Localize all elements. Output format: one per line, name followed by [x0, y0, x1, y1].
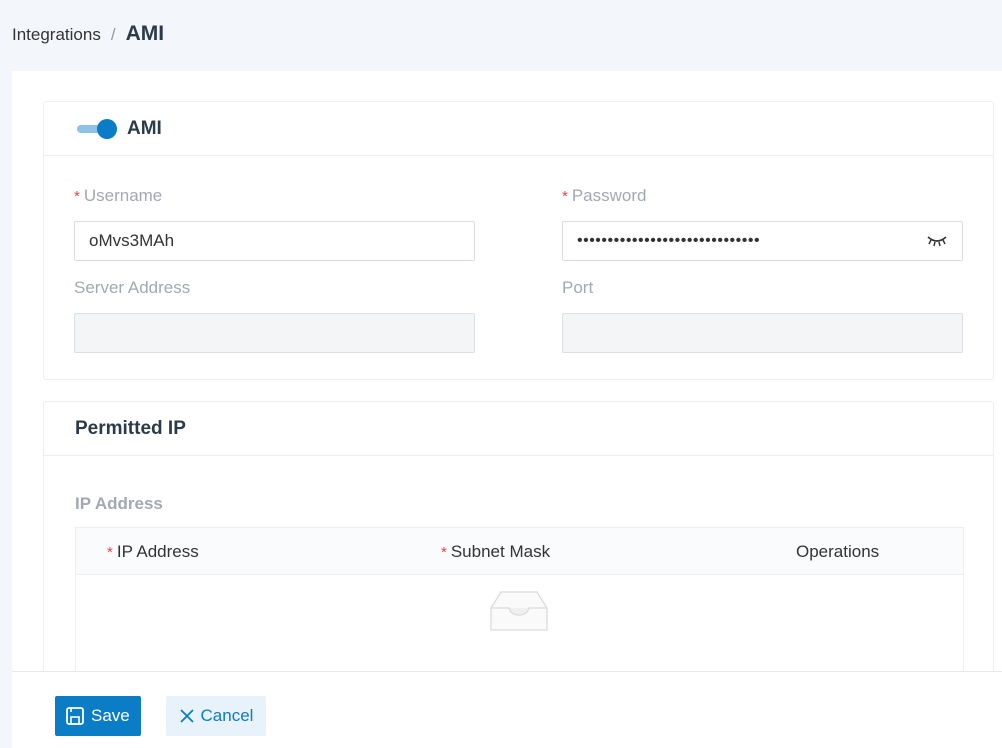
breadcrumb: Integrations / AMI — [12, 22, 164, 46]
ip-address-section-label: IP Address — [75, 494, 163, 513]
table-header-row: * IP Address * Subnet Mask Operations — [76, 528, 963, 575]
port-input — [562, 313, 963, 353]
ami-enable-toggle[interactable] — [75, 118, 117, 139]
username-label: * Username — [74, 186, 163, 205]
port-field-group: Port — [562, 277, 963, 353]
form-footer: Save Cancel — [12, 671, 1002, 748]
permitted-ip-header: Permitted IP — [44, 402, 993, 456]
required-mark: * — [562, 188, 568, 205]
column-header-subnet-mask: * Subnet Mask — [441, 542, 551, 561]
main-panel: AMI * Username oMvs3MAh * Password •••••••… — [12, 71, 1002, 671]
server-address-input — [74, 313, 475, 353]
ami-card-title: AMI — [127, 117, 162, 139]
page-title: AMI — [125, 22, 165, 45]
close-icon — [179, 709, 194, 723]
eye-closed-icon[interactable] — [926, 234, 948, 248]
password-label: * Password — [562, 186, 647, 205]
column-header-ip-address: * IP Address — [107, 542, 199, 561]
ami-card-header: AMI — [44, 102, 993, 156]
column-header-operations: Operations — [796, 542, 880, 561]
password-masked-value: •••••••••••••••••••••••••••••• — [577, 232, 761, 249]
password-input[interactable]: •••••••••••••••••••••••••••••• — [562, 221, 963, 261]
username-input[interactable]: oMvs3MAh — [74, 221, 475, 261]
cancel-button[interactable]: Cancel — [166, 696, 266, 736]
server-address-label: Server Address — [74, 278, 191, 297]
permitted-ip-title: Permitted IP — [75, 417, 186, 439]
ami-settings-card: AMI * Username oMvs3MAh * Password •••••••… — [43, 101, 994, 380]
permitted-ip-card: Permitted IP IP Address * IP Address * Sub… — [43, 401, 994, 671]
save-icon — [66, 707, 84, 725]
empty-inbox-icon — [490, 591, 548, 631]
username-value: oMvs3MAh — [89, 231, 175, 250]
permitted-ip-table: * IP Address * Subnet Mask Operations — [75, 527, 964, 671]
breadcrumb-integrations-link[interactable]: Integrations — [12, 25, 101, 45]
save-button-label: Save — [91, 706, 130, 725]
save-button[interactable]: Save — [55, 696, 141, 736]
toggle-knob — [97, 118, 117, 139]
username-field-group: * Username oMvs3MAh — [74, 185, 475, 261]
server-address-field-group: Server Address — [74, 277, 475, 353]
password-field-group: * Password •••••••••••••••••••••••••••••• — [562, 185, 963, 261]
breadcrumb-separator: / — [110, 25, 116, 44]
port-label: Port — [562, 278, 594, 297]
cancel-button-label: Cancel — [200, 706, 254, 725]
required-mark: * — [74, 188, 80, 205]
